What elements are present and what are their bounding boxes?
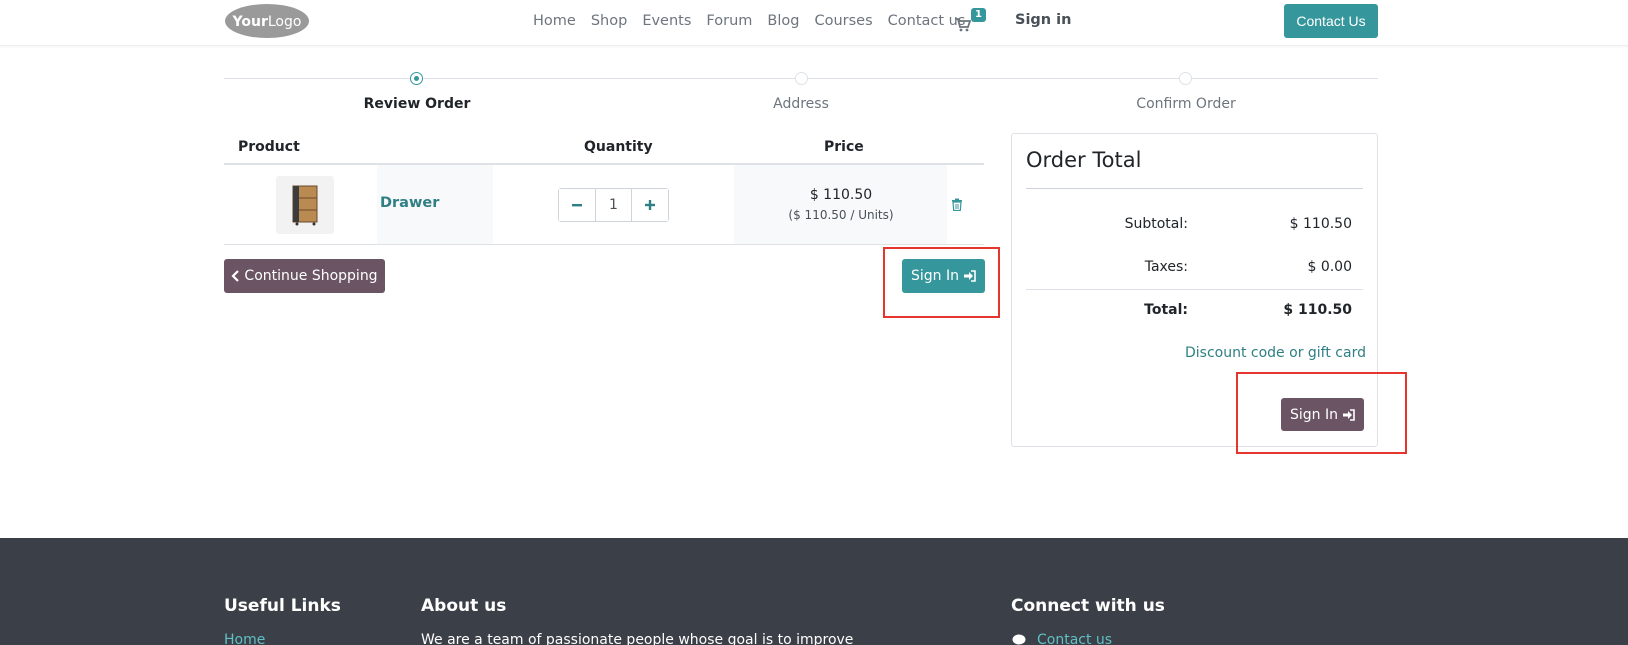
nav-forum[interactable]: Forum (706, 13, 752, 29)
total-label: Total: (1144, 302, 1188, 318)
quantity-stepper (558, 188, 669, 222)
step-confirm-order[interactable]: Confirm Order (1136, 96, 1235, 112)
nav-contact-us[interactable]: Contact us (888, 13, 966, 29)
chevron-left-icon (231, 270, 240, 282)
order-total-divider (1026, 188, 1363, 189)
cart-count-badge: 1 (971, 8, 986, 22)
nav-courses[interactable]: Courses (814, 13, 872, 29)
trash-icon[interactable] (951, 198, 963, 211)
subtotal-label: Subtotal: (1124, 216, 1188, 232)
plus-icon (645, 200, 655, 210)
product-thumbnail[interactable] (276, 176, 334, 234)
unit-price: ($ 110.50 / Units) (788, 208, 894, 222)
drawer-image-icon (292, 185, 318, 226)
step-address[interactable]: Address (773, 96, 829, 112)
subtotal-value: $ 110.50 (1289, 216, 1352, 232)
footer-about-title: About us (421, 596, 507, 616)
shopping-cart-icon (955, 18, 971, 32)
highlight-box-order-sign-in (1236, 372, 1407, 454)
footer-about-text: We are a team of passionate people whose… (421, 632, 854, 645)
sign-in-link[interactable]: Sign in (1015, 12, 1071, 28)
minus-icon (572, 204, 582, 207)
nav-blog[interactable]: Blog (767, 13, 799, 29)
top-navbar: YourLogo Home Shop Events Forum Blog Cou… (0, 0, 1628, 46)
nav-shop[interactable]: Shop (591, 13, 627, 29)
decrease-quantity-button[interactable] (559, 189, 595, 221)
continue-shopping-button[interactable]: Continue Shopping (224, 259, 385, 293)
highlight-box-sign-in (883, 247, 1000, 318)
total-value: $ 110.50 (1283, 302, 1352, 318)
table-row-divider (224, 244, 984, 245)
col-header-product: Product (238, 139, 300, 155)
order-total-title: Order Total (1026, 148, 1142, 172)
col-header-price: Price (824, 139, 864, 155)
company-logo[interactable]: YourLogo (224, 3, 310, 39)
taxes-value: $ 0.00 (1307, 259, 1352, 275)
quantity-input[interactable] (595, 189, 632, 221)
nav-events[interactable]: Events (642, 13, 691, 29)
comment-icon (1012, 634, 1026, 645)
svg-text:YourLogo: YourLogo (232, 14, 302, 30)
site-footer (0, 538, 1628, 645)
footer-link-home[interactable]: Home (224, 632, 265, 645)
taxes-label: Taxes: (1144, 259, 1188, 275)
step-dot-review (410, 72, 423, 85)
price-cell (734, 165, 947, 244)
cart-button[interactable]: 1 (955, 8, 987, 32)
footer-link-contact-us[interactable]: Contact us (1037, 632, 1112, 645)
product-name-link[interactable]: Drawer (380, 195, 439, 211)
total-divider (1026, 289, 1363, 290)
step-dot-address (795, 72, 808, 85)
continue-shopping-label: Continue Shopping (244, 268, 378, 284)
nav-home[interactable]: Home (533, 13, 576, 29)
line-price: $ 110.50 (809, 187, 873, 203)
step-dot-confirm (1179, 72, 1192, 85)
footer-connect-title: Connect with us (1011, 596, 1165, 616)
main-nav: Home Shop Events Forum Blog Courses Cont… (533, 0, 980, 42)
step-review-order[interactable]: Review Order (364, 96, 471, 112)
increase-quantity-button[interactable] (632, 189, 668, 221)
footer-useful-links-title: Useful Links (224, 596, 341, 616)
discount-code-link[interactable]: Discount code or gift card (1185, 345, 1366, 361)
contact-us-button[interactable]: Contact Us (1284, 4, 1378, 38)
col-header-quantity: Quantity (584, 139, 653, 155)
